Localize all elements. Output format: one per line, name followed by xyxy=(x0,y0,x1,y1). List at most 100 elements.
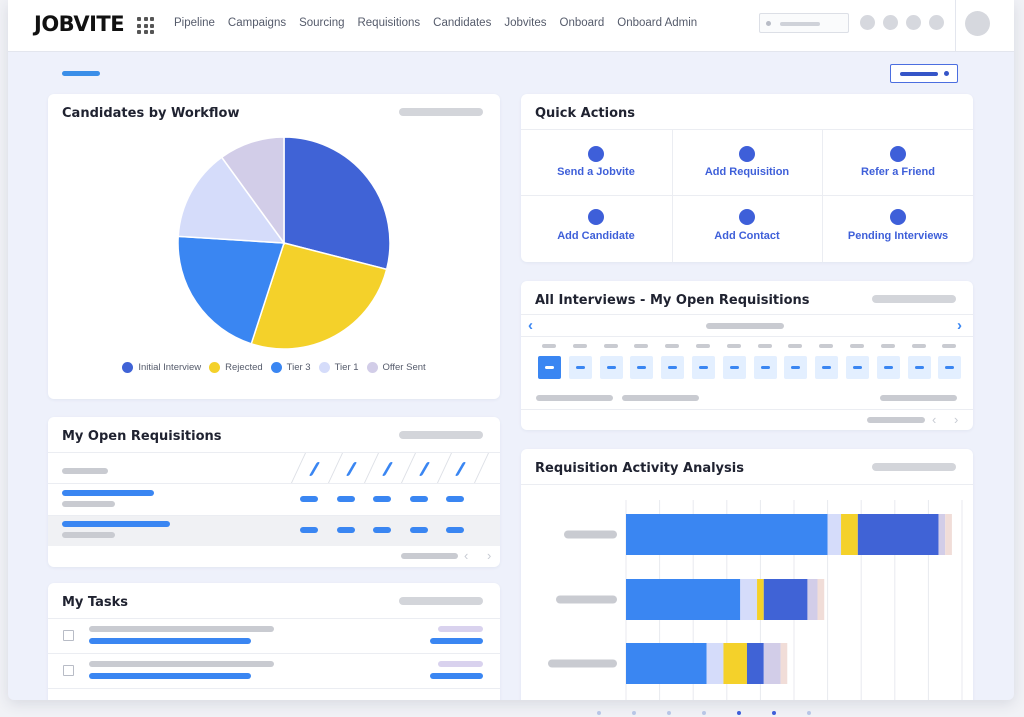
nav-item-candidates[interactable]: Candidates xyxy=(433,17,491,29)
settings-icon[interactable] xyxy=(929,15,944,30)
bar-segment[interactable] xyxy=(817,579,825,620)
refer-friend-button[interactable]: Refer a Friend xyxy=(823,129,973,195)
avatar[interactable] xyxy=(965,11,990,36)
legend-item[interactable]: Rejected xyxy=(209,362,263,373)
chevron-left-icon[interactable]: ‹ xyxy=(464,548,468,563)
calendar-day[interactable] xyxy=(599,356,623,379)
calendar-day[interactable] xyxy=(568,356,592,379)
bar-segment[interactable] xyxy=(807,579,818,620)
carousel-dot-active[interactable] xyxy=(772,711,776,715)
nav-item-sourcing[interactable]: Sourcing xyxy=(299,17,344,29)
task-link[interactable] xyxy=(89,638,251,644)
calendar-day[interactable] xyxy=(907,356,931,379)
add-candidate-button[interactable]: Add Candidate xyxy=(521,195,671,261)
bar-segment[interactable] xyxy=(740,579,758,620)
card-menu[interactable] xyxy=(872,463,956,471)
bar-segment[interactable] xyxy=(938,514,946,555)
bar-segment[interactable] xyxy=(827,514,842,555)
nav-item-campaigns[interactable]: Campaigns xyxy=(228,17,286,29)
chevron-right-icon[interactable]: › xyxy=(487,548,491,563)
count-cell[interactable] xyxy=(336,496,355,502)
edit-icon[interactable] xyxy=(308,462,321,476)
carousel-dot-active[interactable] xyxy=(737,711,741,715)
message-icon[interactable] xyxy=(906,15,921,30)
bar-segment[interactable] xyxy=(626,643,707,684)
chevron-left-icon[interactable]: ‹ xyxy=(528,317,533,334)
calendar-day[interactable] xyxy=(815,356,839,379)
bar-segment[interactable] xyxy=(841,514,858,555)
calendar-day[interactable] xyxy=(692,356,715,379)
search-input[interactable] xyxy=(759,13,849,33)
calendar-day[interactable] xyxy=(876,356,900,379)
count-cell[interactable] xyxy=(336,527,355,533)
bar-segment[interactable] xyxy=(723,643,747,684)
edit-icon[interactable] xyxy=(418,462,430,476)
calendar-day[interactable] xyxy=(938,356,962,379)
apps-grid-icon[interactable] xyxy=(137,17,154,34)
calendar-day[interactable] xyxy=(722,356,746,379)
carousel-dot[interactable] xyxy=(597,711,601,715)
bar-segment[interactable] xyxy=(763,579,808,620)
send-jobvite-button[interactable]: Send a Jobvite xyxy=(521,129,671,195)
list-item[interactable] xyxy=(48,654,500,688)
bar-segment[interactable] xyxy=(763,643,781,684)
carousel-dot[interactable] xyxy=(807,711,811,715)
filter-dropdown[interactable] xyxy=(890,64,958,83)
carousel-dot[interactable] xyxy=(702,711,706,715)
edit-icon[interactable] xyxy=(345,462,357,476)
legend-item[interactable]: Initial Interview xyxy=(122,362,201,373)
table-row[interactable] xyxy=(48,484,500,515)
legend-item[interactable]: Tier 1 xyxy=(318,362,359,373)
card-menu[interactable] xyxy=(399,597,483,605)
count-cell[interactable] xyxy=(446,527,464,533)
logo[interactable]: JOBVITE xyxy=(34,12,125,36)
bar-segment[interactable] xyxy=(857,514,939,555)
table-row[interactable] xyxy=(48,516,500,546)
card-menu[interactable] xyxy=(399,431,483,439)
calendar-day[interactable] xyxy=(630,356,654,379)
nav-item-pipeline[interactable]: Pipeline xyxy=(174,17,215,29)
bar-segment[interactable] xyxy=(757,579,764,620)
task-checkbox[interactable] xyxy=(63,665,74,676)
list-item[interactable] xyxy=(48,619,500,653)
pending-interviews-button[interactable]: Pending Interviews xyxy=(823,195,973,261)
chevron-left-icon[interactable]: ‹ xyxy=(932,412,936,427)
task-link[interactable] xyxy=(89,673,251,679)
bar-segment[interactable] xyxy=(626,579,741,620)
help-icon[interactable] xyxy=(860,15,875,30)
bar-segment[interactable] xyxy=(626,514,828,555)
nav-item-requisitions[interactable]: Requisitions xyxy=(357,17,420,29)
calendar-day[interactable] xyxy=(846,356,869,379)
legend-item[interactable]: Tier 3 xyxy=(270,362,311,373)
bar-segment[interactable] xyxy=(706,643,724,684)
nav-item-onboard[interactable]: Onboard xyxy=(560,17,605,29)
task-checkbox[interactable] xyxy=(63,630,74,641)
nav-item-onboard-admin[interactable]: Onboard Admin xyxy=(617,17,697,29)
bar-segment[interactable] xyxy=(746,643,764,684)
legend-item[interactable]: Offer Sent xyxy=(366,362,426,373)
count-cell[interactable] xyxy=(373,527,391,533)
calendar-day[interactable] xyxy=(753,356,777,379)
count-cell[interactable] xyxy=(300,496,318,502)
carousel-dot[interactable] xyxy=(667,711,671,715)
chevron-right-icon[interactable]: › xyxy=(954,412,958,427)
count-cell[interactable] xyxy=(373,496,391,502)
count-cell[interactable] xyxy=(446,496,464,502)
bar-segment[interactable] xyxy=(780,643,788,684)
count-cell[interactable] xyxy=(300,527,318,533)
calendar-day-selected[interactable] xyxy=(538,356,561,379)
edit-icon[interactable] xyxy=(381,462,394,476)
add-contact-button[interactable]: Add Contact xyxy=(672,195,822,261)
calendar-day[interactable] xyxy=(661,356,685,379)
count-cell[interactable] xyxy=(409,527,428,533)
edit-icon[interactable] xyxy=(454,462,467,476)
carousel-dot[interactable] xyxy=(632,711,636,715)
chevron-right-icon[interactable]: › xyxy=(957,317,962,334)
count-cell[interactable] xyxy=(409,496,428,502)
add-requisition-button[interactable]: Add Requisition xyxy=(672,129,822,195)
calendar-day[interactable] xyxy=(784,356,808,379)
notification-icon[interactable] xyxy=(883,15,898,30)
nav-item-jobvites[interactable]: Jobvites xyxy=(504,17,546,29)
bar-segment[interactable] xyxy=(945,514,952,555)
card-menu[interactable] xyxy=(872,295,956,303)
